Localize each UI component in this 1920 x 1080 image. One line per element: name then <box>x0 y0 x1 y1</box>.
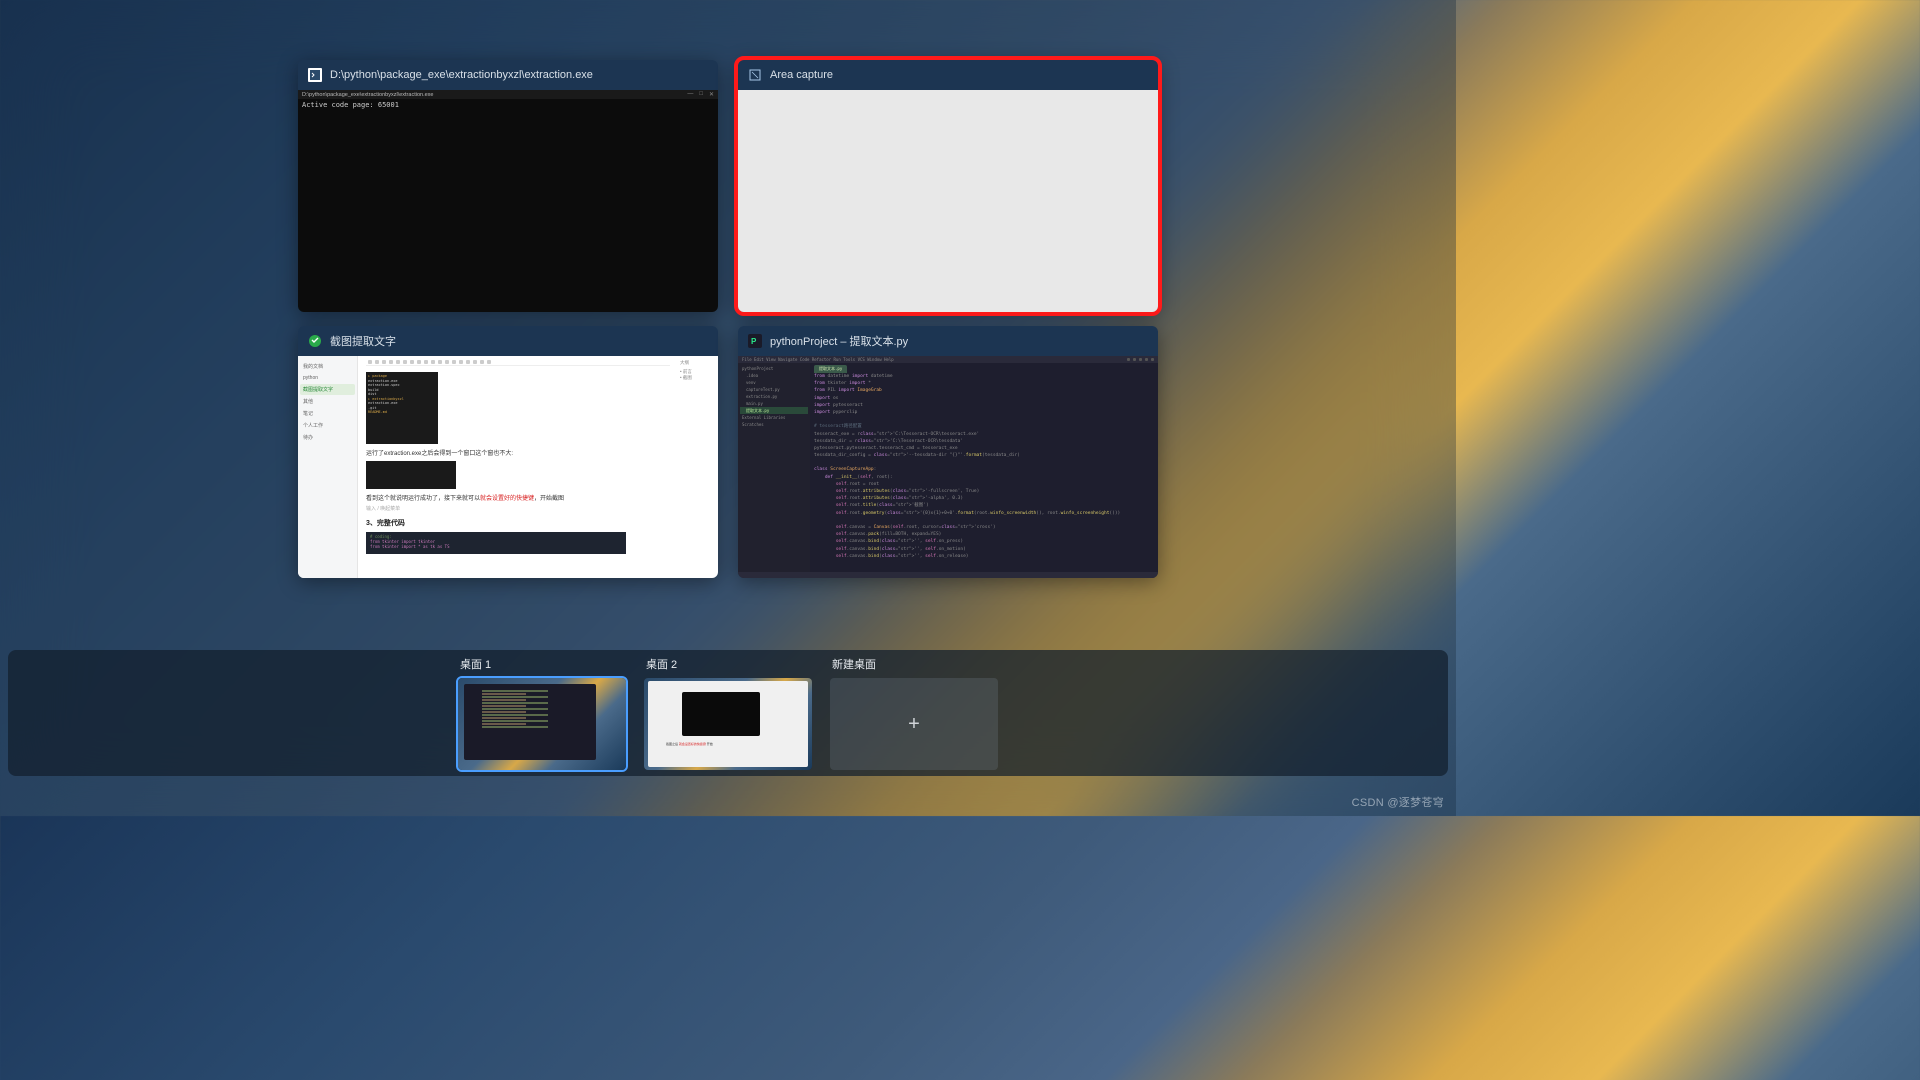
watermark: CSDN @逐梦苍穹 <box>1352 794 1444 810</box>
wechat-doc-icon <box>308 334 322 348</box>
desktop-label: 桌面 2 <box>644 656 812 672</box>
doc-main: ▸ package extraction.exe extraction.spec… <box>358 356 678 578</box>
ide-content: File Edit View Navigate Code Refactor Ru… <box>738 356 1158 578</box>
desktop-label: 新建桌面 <box>830 656 998 672</box>
sidebar-item[interactable]: 其他 <box>300 396 355 407</box>
doc-heading: 3、完整代码 <box>366 518 670 528</box>
doc-toolbar <box>366 358 670 366</box>
console-output: Active code page: 65001 <box>298 99 718 111</box>
titlebar: 截图提取文字 <box>298 326 718 356</box>
desktop-thumbnail[interactable] <box>458 678 626 770</box>
desktop-slot-new[interactable]: 新建桌面 + <box>830 656 998 770</box>
ide-menubar: File Edit View Navigate Code Refactor Ru… <box>738 356 1158 363</box>
pycharm-icon: P <box>748 334 762 348</box>
sidebar-item[interactable]: python <box>300 373 355 383</box>
code-editor[interactable]: 提取文本.py from datetime import datetimefro… <box>810 363 1158 572</box>
window-card-area-capture[interactable]: Area capture <box>738 60 1158 312</box>
window-grid: D:\python\package_exe\extractionbyxzl\ex… <box>298 60 1158 578</box>
app-icon <box>748 68 762 82</box>
window-card-console[interactable]: D:\python\package_exe\extractionbyxzl\ex… <box>298 60 718 312</box>
new-desktop-button[interactable]: + <box>830 678 998 770</box>
doc-paragraph: 看到这个就说明运行成功了，接下来就可以就会设置好的快捷键，开始截图 <box>366 493 670 502</box>
plus-icon: + <box>908 713 920 736</box>
doc-paragraph: 运行了extraction.exe之后会得到一个窗口这个窗也不大: <box>366 448 670 457</box>
window-title: 截图提取文字 <box>330 333 396 349</box>
titlebar: P pythonProject – 提取文本.py <box>738 326 1158 356</box>
sidebar-item[interactable]: 个人工作 <box>300 420 355 431</box>
editor-tab[interactable]: 提取文本.py <box>814 365 847 373</box>
code-screenshot: ▸ package extraction.exe extraction.spec… <box>366 372 438 444</box>
doc-hint: 输入 / 唤起菜单 <box>366 505 670 512</box>
code-lines: from datetime import datetimefrom tkinte… <box>814 373 1154 560</box>
svg-text:P: P <box>751 337 757 346</box>
doc-sidebar: 我的文档 python 截图提取文字 其他 笔记 个人工作 待办 <box>298 356 358 578</box>
project-tree[interactable]: pythonProject .idea venv captureTest.py … <box>738 363 810 572</box>
desktop-slot-2[interactable]: 桌面 2 截图之后 就会设置好的快捷键 开始 <box>644 656 812 770</box>
desktop-slot-1[interactable]: 桌面 1 <box>458 656 626 770</box>
window-title: D:\python\package_exe\extractionbyxzl\ex… <box>330 69 593 81</box>
console-icon <box>308 68 322 82</box>
doc-outline: 大纲 • 前言 • 截图 <box>678 356 718 578</box>
screenshot-block <box>366 461 456 489</box>
sidebar-item[interactable]: 待办 <box>300 432 355 443</box>
desktop-label: 桌面 1 <box>458 656 626 672</box>
sidebar-item[interactable]: 截图提取文字 <box>300 384 355 395</box>
console-content: D:\python\package_exe\extractionbyxzl\ex… <box>298 90 718 312</box>
window-controls: —□✕ <box>687 91 714 98</box>
task-view: D:\python\package_exe\extractionbyxzl\ex… <box>0 0 1456 816</box>
desktop-thumbnail[interactable]: 截图之后 就会设置好的快捷键 开始 <box>644 678 812 770</box>
editor-tabs: 提取文本.py <box>814 365 1154 373</box>
code-block: # coding: from tkinter import tkinter fr… <box>366 532 626 554</box>
ide-statusbar <box>738 572 1158 578</box>
titlebar: Area capture <box>738 60 1158 90</box>
sidebar-item[interactable]: 我的文档 <box>300 361 355 372</box>
window-card-doc[interactable]: 截图提取文字 我的文档 python 截图提取文字 其他 笔记 个人工作 待办 <box>298 326 718 578</box>
titlebar: D:\python\package_exe\extractionbyxzl\ex… <box>298 60 718 90</box>
sidebar-item[interactable]: 笔记 <box>300 408 355 419</box>
window-card-ide[interactable]: P pythonProject – 提取文本.py File Edit View… <box>738 326 1158 578</box>
virtual-desktops-bar: 桌面 1 桌面 2 截图之后 就会设置好的快捷键 开始 新建桌面 + <box>8 650 1448 776</box>
window-title: pythonProject – 提取文本.py <box>770 333 908 349</box>
area-capture-content <box>738 90 1158 312</box>
doc-content: 我的文档 python 截图提取文字 其他 笔记 个人工作 待办 ▸ packa… <box>298 356 718 578</box>
window-title: Area capture <box>770 69 833 81</box>
